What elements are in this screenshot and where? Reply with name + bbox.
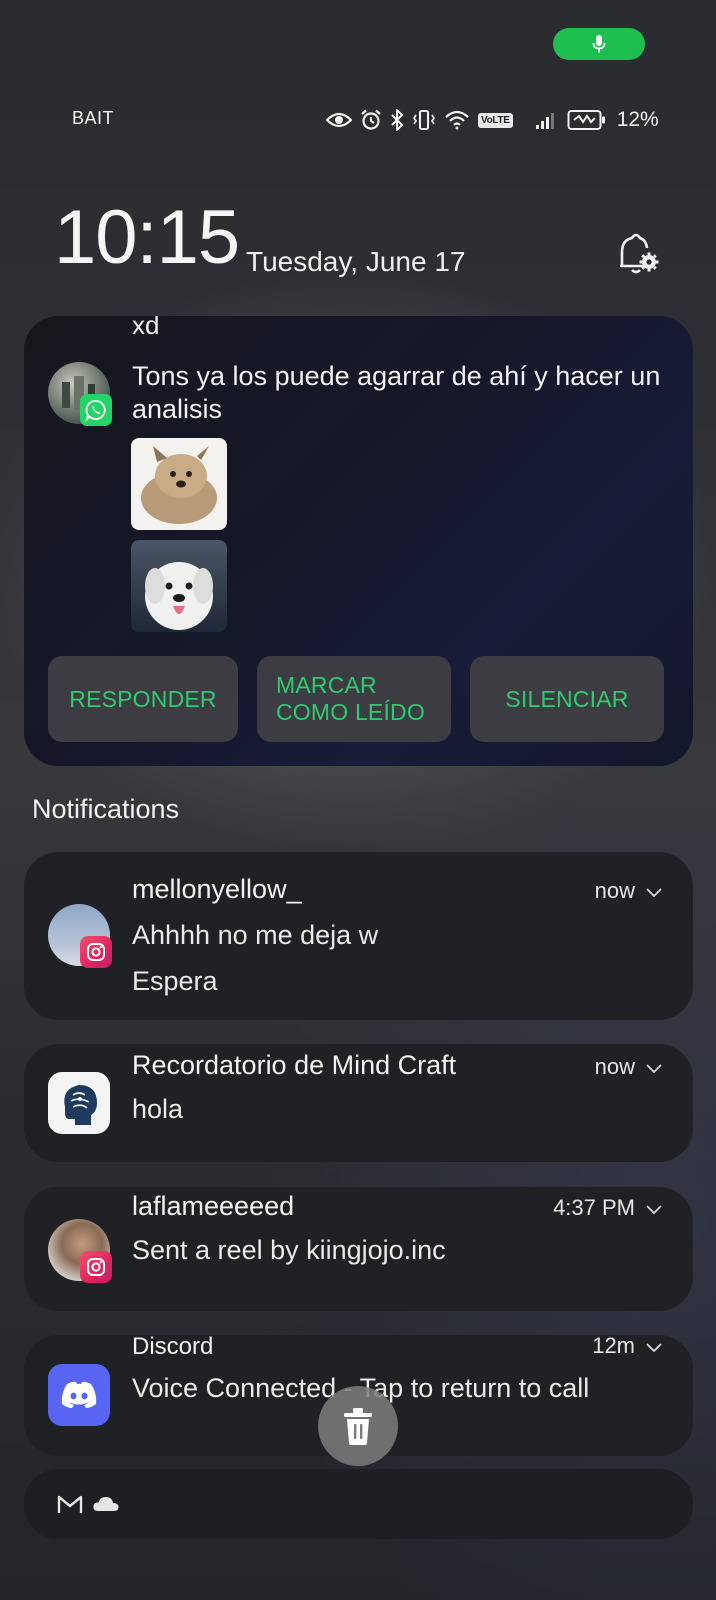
notification-time: now: [594, 878, 635, 903]
eye-icon: [326, 112, 352, 128]
notification-title: mellonyellow_: [132, 874, 302, 904]
status-icons: VoLTE 12%: [326, 104, 659, 136]
notifications-header: Notifications: [32, 794, 180, 824]
notification-time: now: [594, 1054, 635, 1079]
chevron-down-icon[interactable]: [645, 1203, 663, 1215]
cloud-icon: [93, 1497, 119, 1511]
volte-icon: VoLTE: [478, 112, 513, 128]
message-text: Tons ya los puede agarrar de ahí y hacer…: [132, 361, 661, 424]
whatsapp-notification-card[interactable]: xd Tons ya los puede agarrar de ahí y ha…: [24, 316, 693, 766]
notification-body: Espera: [132, 966, 218, 996]
alarm-icon: [361, 109, 381, 130]
microphone-icon: [592, 35, 606, 53]
notification-time: 12m: [592, 1333, 635, 1358]
notification-card-instagram-mellonyellow[interactable]: mellonyellow_ now Ahhhh no me deja w Esp…: [24, 852, 693, 1020]
instagram-icon: [80, 936, 112, 968]
mind-craft-icon: [48, 1072, 110, 1134]
sticker-image[interactable]: [131, 438, 227, 530]
trash-icon: [344, 1408, 372, 1445]
sticker-image[interactable]: [131, 540, 227, 632]
mark-as-read-button[interactable]: MARCAR COMO LEÍDO: [257, 656, 451, 742]
discord-icon: [48, 1364, 110, 1426]
mark-as-read-label-line1: MARCAR: [276, 672, 377, 698]
mute-button[interactable]: SILENCIAR: [470, 656, 664, 742]
whatsapp-icon: [80, 394, 112, 426]
notification-title: Discord: [132, 1333, 214, 1360]
microphone-active-indicator[interactable]: [553, 28, 645, 60]
notification-body: hola: [132, 1094, 184, 1124]
lockscreen-date: Tuesday, June 17: [246, 246, 466, 277]
notification-card-instagram-laflameeeeed[interactable]: laflameeeeed 4:37 PM Sent a reel by kiin…: [24, 1187, 693, 1311]
notification-settings-icon[interactable]: [612, 230, 660, 278]
chevron-down-icon[interactable]: [645, 1341, 663, 1353]
notification-body: Ahhhh no me deja w: [132, 920, 379, 950]
signal-icon: [535, 113, 554, 129]
lockscreen-clock: 10:15: [54, 195, 240, 280]
collapsed-notifications-row[interactable]: [24, 1469, 693, 1539]
battery-saver-icon: [567, 110, 605, 130]
notification-title: laflameeeeed: [132, 1191, 295, 1221]
battery-percentage: 12%: [616, 108, 659, 131]
notification-title: Recordatorio de Mind Craft: [132, 1050, 457, 1080]
vibrate-icon: [413, 110, 435, 130]
chevron-down-icon[interactable]: [645, 1062, 663, 1074]
wifi-icon: [445, 110, 469, 130]
notification-body: Sent a reel by kiingjojo.inc: [132, 1235, 446, 1265]
previous-message: xd: [132, 316, 160, 340]
reply-button[interactable]: RESPONDER: [48, 656, 238, 742]
notification-time: 4:37 PM: [553, 1195, 635, 1220]
bluetooth-icon: [391, 109, 404, 131]
clear-notifications-button[interactable]: [318, 1386, 398, 1466]
mark-as-read-label-line2: COMO LEÍDO: [276, 699, 425, 725]
carrier-name: BAIT: [72, 108, 115, 128]
instagram-icon: [80, 1251, 112, 1283]
gmail-icon: [57, 1495, 83, 1513]
chevron-down-icon[interactable]: [645, 886, 663, 898]
notification-card-mind-craft[interactable]: Recordatorio de Mind Craft now hola: [24, 1044, 693, 1162]
